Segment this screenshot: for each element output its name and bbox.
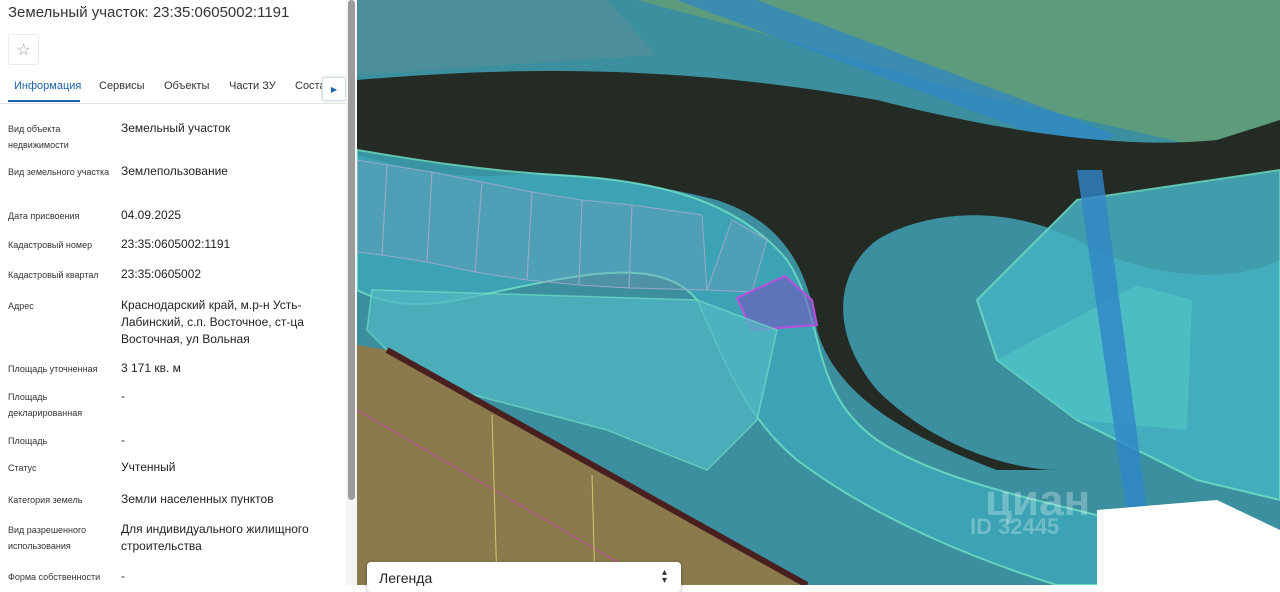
field-value: 23:35:0605002 bbox=[121, 267, 202, 281]
page-title: Земельный участок: 23:35:0605002:1191 bbox=[8, 4, 290, 21]
chevron-up-down-icon[interactable]: ▴ ▾ bbox=[662, 568, 667, 586]
field-value: 23:35:0605002:1191 bbox=[121, 237, 231, 251]
field-value: 04.09.2025 bbox=[121, 208, 182, 222]
tab-bar: Информация Сервисы Объекты Части ЗУ Сост… bbox=[0, 72, 346, 104]
field-value: - bbox=[121, 569, 125, 583]
tab-parts[interactable]: Части ЗУ bbox=[229, 80, 276, 92]
field-label: Вид разрешенного использования bbox=[8, 525, 87, 551]
field-label: Категория земель bbox=[8, 495, 83, 505]
info-panel: Земельный участок: 23:35:0605002:1191 ☆ … bbox=[0, 0, 357, 585]
legend-label: Легенда bbox=[379, 570, 433, 586]
tab-info[interactable]: Информация bbox=[14, 80, 81, 92]
panel-scrollbar-thumb[interactable] bbox=[348, 0, 355, 500]
tab-objects[interactable]: Объекты bbox=[164, 80, 209, 92]
field-label: Дата присвоения bbox=[8, 211, 80, 221]
field-label: Кадастровый квартал bbox=[8, 270, 99, 280]
field-value: Для индивидуального жилищного строительс… bbox=[121, 522, 309, 553]
field-label: Вид земельного участка bbox=[8, 167, 110, 177]
field-label: Площадь уточненная bbox=[8, 364, 98, 374]
field-value: Земельный участок bbox=[121, 121, 231, 135]
field-label: Адрес bbox=[8, 301, 34, 311]
field-value: Земли населенных пунктов bbox=[121, 492, 274, 506]
active-tab-indicator bbox=[8, 100, 80, 102]
favorite-button[interactable]: ☆ bbox=[8, 34, 39, 65]
field-label: Форма собственности bbox=[8, 572, 101, 582]
field-label: Вид объекта недвижимости bbox=[8, 124, 69, 150]
field-value: 3 171 кв. м bbox=[121, 361, 181, 375]
legend-panel[interactable]: Легенда ▴ ▾ bbox=[367, 562, 681, 592]
field-value: - bbox=[121, 389, 125, 403]
field-value: - bbox=[121, 433, 125, 447]
field-label: Кадастровый номер bbox=[8, 240, 93, 250]
field-value: Краснодарский край, м.р-н Усть-Лабинский… bbox=[121, 298, 304, 346]
field-value: Учтенный bbox=[121, 460, 176, 474]
tab-services[interactable]: Сервисы bbox=[99, 80, 145, 92]
field-value: Землепользование bbox=[121, 164, 228, 178]
field-label: Площадь bbox=[8, 436, 48, 446]
tabs-scroll-right-button[interactable]: ▶ bbox=[322, 77, 346, 101]
tab-composition[interactable]: Соста bbox=[295, 80, 326, 92]
chevron-right-icon: ▶ bbox=[330, 84, 338, 94]
star-icon: ☆ bbox=[16, 41, 31, 59]
map-view[interactable] bbox=[357, 0, 1280, 585]
watermark-id: ID 32445 bbox=[970, 514, 1060, 539]
map-canvas[interactable] bbox=[357, 0, 1280, 585]
field-label: Статус bbox=[8, 463, 37, 473]
field-label: Площадь декларированная bbox=[8, 392, 83, 418]
